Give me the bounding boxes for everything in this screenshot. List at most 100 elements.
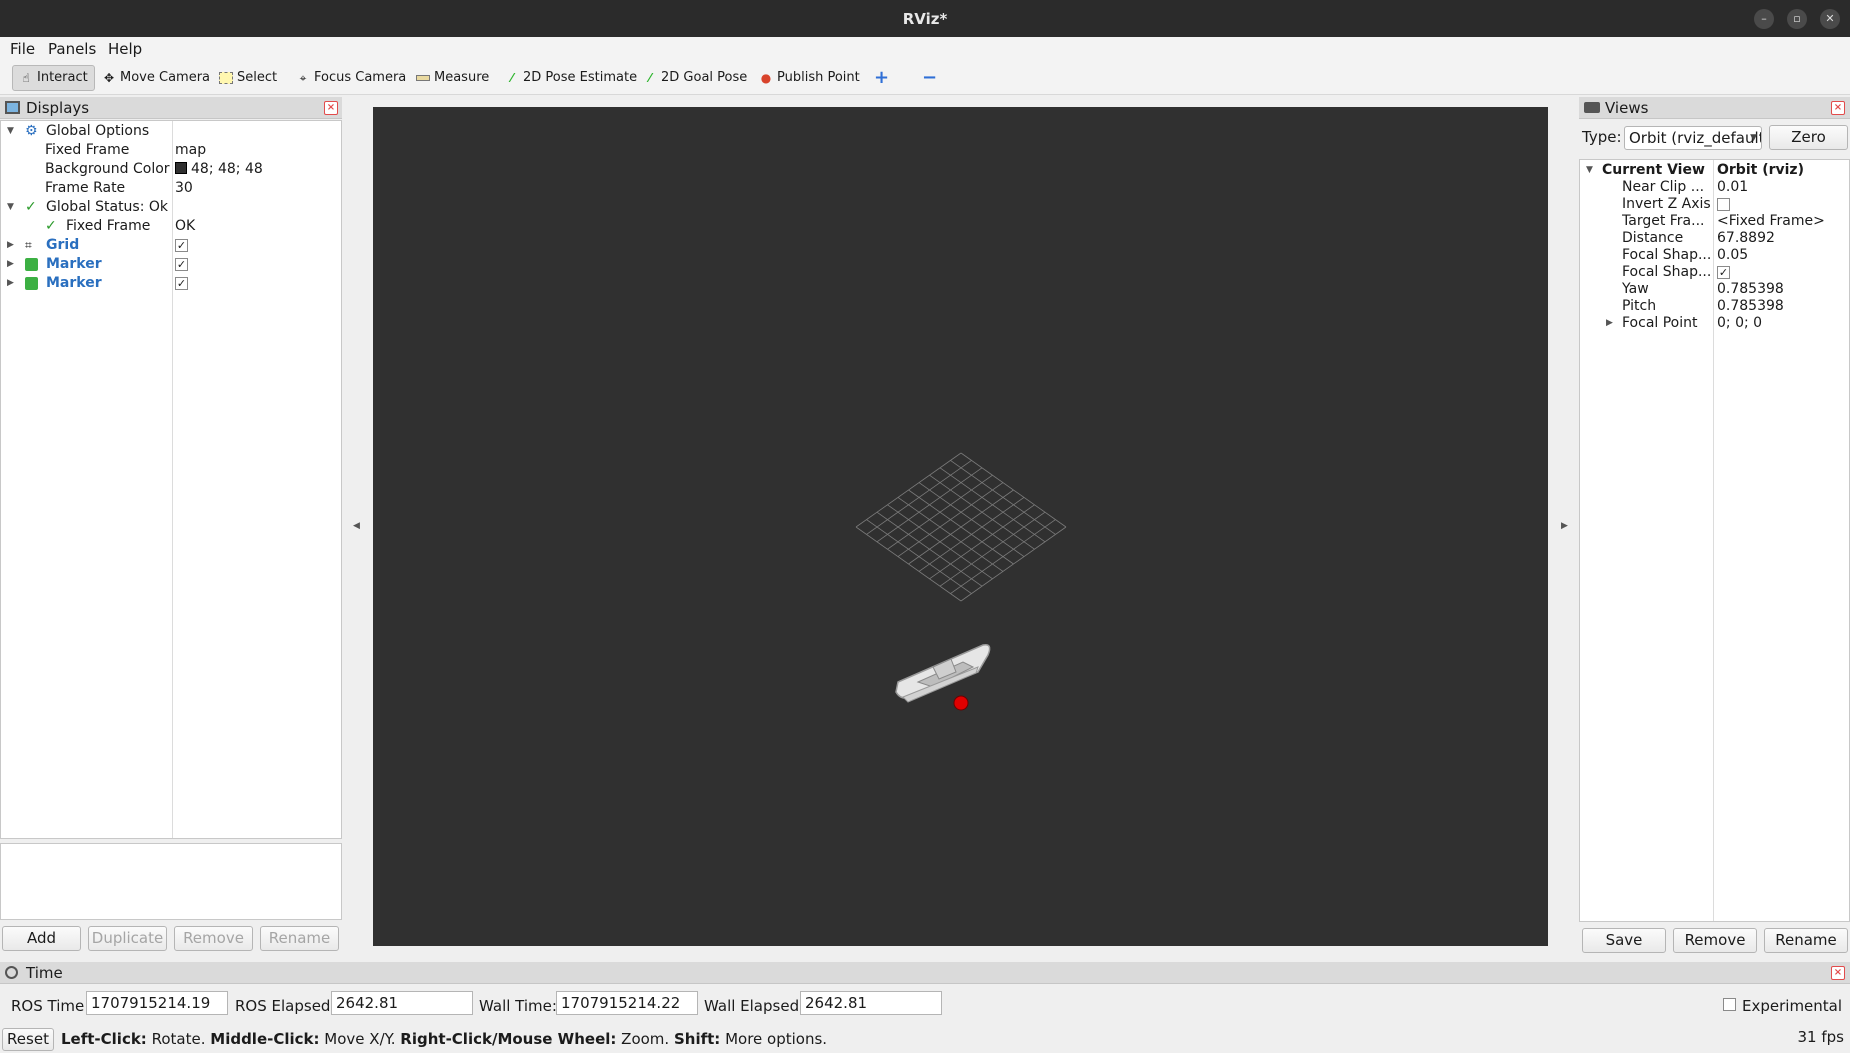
ruler-icon bbox=[416, 75, 430, 81]
ros-time-field[interactable]: 1707915214.19 bbox=[86, 991, 228, 1015]
rename-view-button[interactable]: Rename bbox=[1764, 928, 1848, 953]
status-fixed-frame-label: Fixed Frame bbox=[66, 218, 151, 234]
green-arrow-icon: ⁄ bbox=[648, 71, 651, 85]
view-type-select[interactable]: Orbit (rviz_default_plugins) ▼ bbox=[1624, 126, 1762, 150]
hint-middle-click: Middle-Click: bbox=[210, 1030, 320, 1048]
collapse-right-icon[interactable]: ▶ bbox=[1561, 521, 1568, 531]
move-camera-tool-button[interactable]: ✥ Move Camera bbox=[96, 65, 216, 91]
goal-pose-label: 2D Goal Pose bbox=[661, 70, 748, 85]
pitch-value[interactable]: 0.785398 bbox=[1717, 298, 1784, 315]
tree-row-status-fixed-frame[interactable]: ✓ Fixed Frame OK bbox=[1, 217, 341, 236]
focal-shape-fixed-checkbox[interactable]: ✓ bbox=[1717, 265, 1730, 279]
wall-time-field[interactable]: 1707915214.22 bbox=[556, 991, 698, 1015]
view-prop-row[interactable]: Yaw 0.785398 bbox=[1580, 281, 1850, 298]
yaw-value[interactable]: 0.785398 bbox=[1717, 281, 1784, 298]
tree-row-frame-rate[interactable]: Frame Rate 30 bbox=[1, 179, 341, 198]
fixed-frame-label: Fixed Frame bbox=[45, 142, 130, 158]
view-prop-row[interactable]: Distance 67.8892 bbox=[1580, 230, 1850, 247]
current-view-value: Orbit (rviz) bbox=[1717, 162, 1804, 178]
pose-estimate-tool-button[interactable]: ⁄ 2D Pose Estimate bbox=[499, 65, 643, 91]
view-prop-row[interactable]: Focal Shap... ✓ bbox=[1580, 264, 1850, 281]
zero-view-button[interactable]: Zero bbox=[1769, 125, 1848, 150]
chevron-right-icon[interactable]: ▶ bbox=[1606, 315, 1613, 332]
view-prop-row[interactable]: Focal Shap... 0.05 bbox=[1580, 247, 1850, 264]
tree-row-global-options[interactable]: ▼ ⚙ Global Options bbox=[1, 122, 341, 141]
remove-tool-icon[interactable]: − bbox=[916, 65, 943, 91]
wall-elapsed-field[interactable]: 2642.81 bbox=[800, 991, 942, 1015]
add-tool-icon[interactable]: + bbox=[868, 65, 895, 91]
marker-display-label: Marker bbox=[46, 275, 102, 291]
focal-shape-size-value[interactable]: 0.05 bbox=[1717, 247, 1748, 264]
view-prop-row[interactable]: Pitch 0.785398 bbox=[1580, 298, 1850, 315]
experimental-checkbox[interactable] bbox=[1723, 998, 1736, 1011]
distance-value[interactable]: 67.8892 bbox=[1717, 230, 1775, 247]
scene-svg bbox=[855, 452, 1067, 711]
display-description-box bbox=[0, 843, 342, 920]
tree-row-global-status[interactable]: ▼ ✓ Global Status: Ok bbox=[1, 198, 341, 217]
close-panel-icon[interactable]: × bbox=[1831, 101, 1845, 115]
focus-camera-tool-button[interactable]: ⌖ Focus Camera bbox=[290, 65, 412, 91]
select-icon bbox=[219, 72, 233, 84]
camera-icon bbox=[1584, 102, 1600, 113]
interact-tool-button[interactable]: ☝ Interact bbox=[12, 65, 95, 91]
wall-time-label: Wall Time: bbox=[479, 997, 557, 1015]
ros-elapsed-field[interactable]: 2642.81 bbox=[331, 991, 473, 1015]
duplicate-display-button[interactable]: Duplicate bbox=[88, 926, 167, 951]
view-prop-row[interactable]: ▶ Focal Point 0; 0; 0 bbox=[1580, 315, 1850, 332]
current-view-row[interactable]: ▼ Current View Orbit (rviz) bbox=[1580, 162, 1850, 179]
chevron-right-icon[interactable]: ▶ bbox=[7, 236, 17, 255]
tree-row-marker[interactable]: ▶ Marker ✓ bbox=[1, 255, 341, 274]
close-panel-icon[interactable]: × bbox=[324, 101, 338, 115]
remove-view-button[interactable]: Remove bbox=[1673, 928, 1757, 953]
marker-enabled-checkbox[interactable]: ✓ bbox=[175, 276, 188, 290]
focus-camera-label: Focus Camera bbox=[314, 70, 407, 85]
tree-row-background-color[interactable]: Background Color 48; 48; 48 bbox=[1, 160, 341, 179]
save-view-button[interactable]: Save bbox=[1582, 928, 1666, 953]
invert-z-checkbox[interactable] bbox=[1717, 197, 1730, 211]
menu-help[interactable]: Help bbox=[108, 40, 142, 58]
tree-row-marker[interactable]: ▶ Marker ✓ bbox=[1, 274, 341, 293]
measure-tool-button[interactable]: Measure bbox=[410, 65, 495, 91]
minimize-icon[interactable]: – bbox=[1754, 9, 1774, 29]
chevron-right-icon[interactable]: ▶ bbox=[7, 274, 17, 293]
frame-rate-value[interactable]: 30 bbox=[175, 179, 193, 198]
tree-row-grid[interactable]: ▶ ⌗ Grid ✓ bbox=[1, 236, 341, 255]
publish-point-tool-button[interactable]: ● Publish Point bbox=[753, 65, 866, 91]
marker-enabled-checkbox[interactable]: ✓ bbox=[175, 257, 188, 271]
add-display-button[interactable]: Add bbox=[2, 926, 81, 951]
reset-button[interactable]: Reset bbox=[2, 1028, 54, 1051]
tree-row-fixed-frame[interactable]: Fixed Frame map bbox=[1, 141, 341, 160]
goal-pose-tool-button[interactable]: ⁄ 2D Goal Pose bbox=[637, 65, 753, 91]
measure-label: Measure bbox=[434, 70, 490, 85]
views-panel-header: Views × bbox=[1579, 97, 1850, 119]
view-prop-row[interactable]: Target Fra... <Fixed Frame> bbox=[1580, 213, 1850, 230]
rename-display-button[interactable]: Rename bbox=[260, 926, 339, 951]
near-clip-value[interactable]: 0.01 bbox=[1717, 179, 1748, 196]
close-panel-icon[interactable]: × bbox=[1831, 966, 1845, 980]
fixed-frame-value[interactable]: map bbox=[175, 141, 206, 160]
render-viewport[interactable] bbox=[373, 107, 1548, 946]
near-clip-label: Near Clip ... bbox=[1622, 179, 1705, 195]
background-color-value[interactable]: 48; 48; 48 bbox=[175, 160, 263, 179]
select-tool-button[interactable]: Select bbox=[213, 65, 283, 91]
distance-label: Distance bbox=[1622, 230, 1684, 246]
chevron-right-icon[interactable]: ▶ bbox=[7, 255, 17, 274]
menu-file[interactable]: File bbox=[10, 40, 35, 58]
remove-display-button[interactable]: Remove bbox=[174, 926, 253, 951]
target-frame-value[interactable]: <Fixed Frame> bbox=[1717, 213, 1825, 230]
collapse-left-icon[interactable]: ◀ bbox=[353, 521, 360, 531]
chevron-down-icon[interactable]: ▼ bbox=[1586, 162, 1593, 179]
chevron-down-icon[interactable]: ▼ bbox=[7, 122, 17, 141]
focal-point-value[interactable]: 0; 0; 0 bbox=[1717, 315, 1762, 332]
grid-enabled-checkbox[interactable]: ✓ bbox=[175, 238, 188, 252]
cube-icon bbox=[25, 277, 38, 290]
view-prop-row[interactable]: Invert Z Axis bbox=[1580, 196, 1850, 213]
view-prop-row[interactable]: Near Clip ... 0.01 bbox=[1580, 179, 1850, 196]
maximize-icon[interactable]: ▫ bbox=[1787, 9, 1807, 29]
wall-elapsed-label: Wall Elapsed: bbox=[704, 997, 805, 1015]
close-icon[interactable]: ✕ bbox=[1820, 9, 1840, 29]
yaw-label: Yaw bbox=[1622, 281, 1649, 297]
menu-panels[interactable]: Panels bbox=[48, 40, 96, 58]
chevron-down-icon[interactable]: ▼ bbox=[7, 198, 17, 217]
chevron-down-icon: ▼ bbox=[1750, 133, 1757, 143]
